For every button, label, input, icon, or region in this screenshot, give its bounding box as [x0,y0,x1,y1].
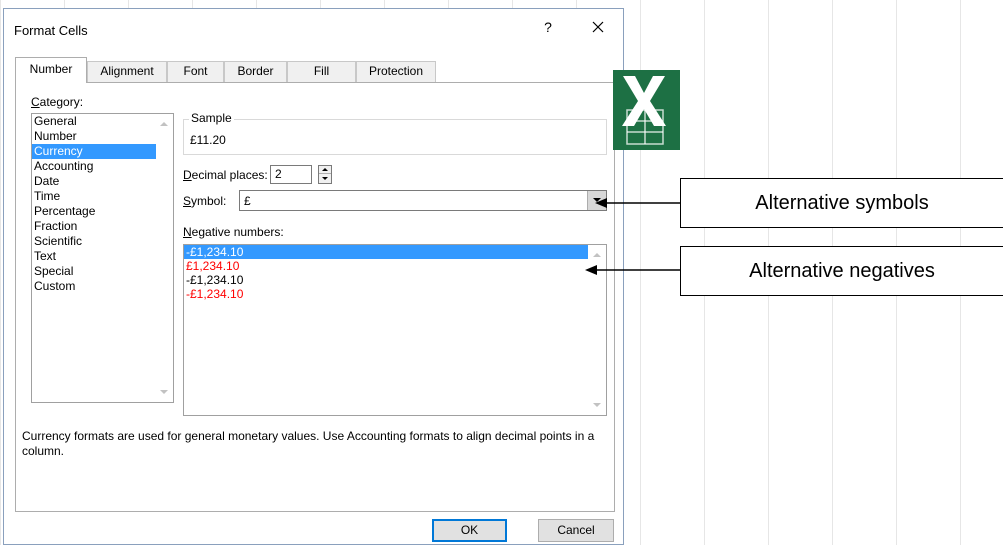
category-item[interactable]: Custom [32,279,173,294]
tab-fill[interactable]: Fill [287,61,356,82]
close-icon [592,21,604,33]
decimal-places-input[interactable]: 2 [270,165,312,184]
symbol-dropdown-button[interactable] [587,191,606,210]
category-item[interactable]: Text [32,249,173,264]
category-item[interactable]: Accounting [32,159,173,174]
symbol-dropdown[interactable]: £ [239,190,607,211]
symbol-value: £ [244,194,251,208]
spin-down-button[interactable] [319,175,331,183]
scroll-up-icon[interactable] [160,122,168,126]
close-button[interactable] [587,16,609,38]
cancel-button[interactable]: Cancel [538,519,614,542]
dialog-title: Format Cells [14,23,88,38]
category-item[interactable]: Percentage [32,204,173,219]
callout-alternative-negatives: Alternative negatives [680,246,1003,296]
tab-font[interactable]: Font [167,61,224,82]
category-item[interactable]: Special [32,264,173,279]
decimal-places-label: Decimal places: [183,168,268,182]
chevron-down-icon [593,198,601,202]
category-scrollbar[interactable] [156,114,173,402]
sample-value: £11.20 [190,133,226,147]
format-cells-dialog: Format Cells ? Number Alignment Font Bor… [3,8,624,545]
sample-legend: Sample [189,111,234,125]
negative-format-item[interactable]: -£1,234.10 [184,273,588,287]
number-tab-panel: Category: General Number Currency Accoun… [15,82,615,512]
tab-alignment[interactable]: Alignment [87,61,167,82]
tab-border[interactable]: Border [224,61,287,82]
category-item[interactable]: Fraction [32,219,173,234]
title-bar: Format Cells ? [4,9,623,53]
tab-number[interactable]: Number [15,57,87,83]
negative-format-item[interactable]: £1,234.10 [184,259,588,273]
callout-alternative-symbols: Alternative symbols [680,178,1003,228]
spin-down-icon [322,177,328,180]
ok-button[interactable]: OK [432,519,507,542]
symbol-label: Symbol: [183,194,227,208]
category-item-selected[interactable]: Currency [32,144,173,159]
category-item[interactable]: Number [32,129,173,144]
excel-logo-icon [613,70,680,150]
spin-up-icon [322,168,328,171]
negative-numbers-label: Negative numbers: [183,225,284,239]
category-description: Currency formats are used for general mo… [22,429,595,458]
category-item[interactable]: Scientific [32,234,173,249]
category-item[interactable]: Time [32,189,173,204]
negative-format-item-selected[interactable]: -£1,234.10 [184,245,588,259]
tab-strip: Number Alignment Font Border Fill Protec… [15,57,615,83]
scroll-down-icon[interactable] [160,390,168,394]
category-item[interactable]: Date [32,174,173,189]
scroll-down-icon[interactable] [593,403,601,407]
help-button[interactable]: ? [538,19,558,35]
category-list[interactable]: General Number Currency Accounting Date … [31,113,174,403]
spin-up-button[interactable] [319,166,331,174]
category-item[interactable]: General [32,114,173,129]
negative-list-scrollbar[interactable] [589,245,606,415]
scroll-up-icon[interactable] [593,253,601,257]
negative-numbers-list[interactable]: -£1,234.10 £1,234.10 -£1,234.10 -£1,234.… [183,244,607,416]
decimal-places-spinner[interactable] [318,165,332,184]
negative-format-item[interactable]: -£1,234.10 [184,287,588,301]
category-label: Category: [31,95,84,109]
sample-group: Sample £11.20 [183,111,607,155]
tab-protection[interactable]: Protection [356,61,436,82]
